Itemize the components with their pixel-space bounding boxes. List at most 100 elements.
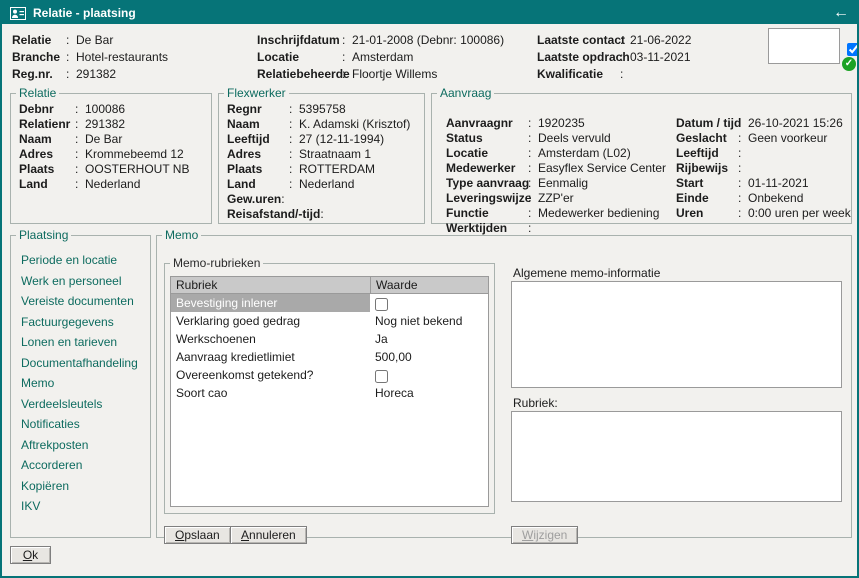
- info-row: Functie:Medewerker bediening: [438, 206, 666, 221]
- table-row[interactable]: Bevestiging inlener: [171, 294, 488, 312]
- info-label: Reisafstand/-tijd: [227, 207, 320, 222]
- header-column-3: Laatste contact:21-06-2022 Laatste opdra…: [537, 32, 691, 83]
- plaatsing-item-vereiste-documenten[interactable]: Vereiste documenten: [11, 291, 150, 312]
- info-label: Start: [676, 176, 738, 191]
- plaatsing-item-documentafhandeling[interactable]: Documentafhandeling: [11, 353, 150, 374]
- info-value: 03-11-2021: [630, 49, 691, 66]
- info-row: Aanvraagnr:1920235: [438, 116, 666, 131]
- info-value: K. Adamski (Krisztof): [299, 117, 410, 132]
- info-row: Status:Deels vervuld: [438, 131, 666, 146]
- info-row: Locatie:Amsterdam (L02): [438, 146, 666, 161]
- plaatsing-item-memo[interactable]: Memo: [11, 373, 150, 394]
- cancel-button[interactable]: Annuleren: [230, 526, 307, 544]
- info-row: Inschrijfdatum:21-01-2008 (Debnr: 100086…: [257, 32, 504, 49]
- status-ok-icon: ✓: [842, 57, 856, 71]
- plaatsing-item-accorderen[interactable]: Accorderen: [11, 455, 150, 476]
- info-value: 21-01-2008 (Debnr: 100086): [352, 32, 504, 49]
- info-label: Uren: [676, 206, 738, 221]
- relatie-groupbox: Relatie Debnr:100086 Relatienr:291382 Na…: [10, 86, 212, 224]
- info-label: Adres: [19, 147, 75, 162]
- plaatsing-legend: Plaatsing: [16, 228, 71, 242]
- info-label: Leeftijd: [676, 146, 738, 161]
- info-row: Leeftijd:: [668, 146, 851, 161]
- relation-summary-header: Relatie:De Bar Branche:Hotel-restaurants…: [2, 28, 857, 90]
- rubriek-textarea[interactable]: [511, 411, 842, 502]
- info-label: Naam: [227, 117, 289, 132]
- info-label: Plaats: [227, 162, 289, 177]
- info-value: 100086: [85, 102, 125, 117]
- aanvraag-legend: Aanvraag: [437, 86, 494, 100]
- info-label: Aanvraagnr: [446, 116, 528, 131]
- info-value: Amsterdam (L02): [538, 146, 631, 161]
- info-value: Medewerker bediening: [538, 206, 659, 221]
- algemene-memo-textarea[interactable]: [511, 281, 842, 388]
- info-value: Geen voorkeur: [748, 131, 827, 146]
- info-label: Adres: [227, 147, 289, 162]
- relatie-legend: Relatie: [16, 86, 59, 100]
- info-row: Medewerker:Easyflex Service Center: [438, 161, 666, 176]
- save-button[interactable]: Opslaan: [164, 526, 231, 544]
- info-value: 0:00 uren per week: [748, 206, 851, 221]
- back-arrow-icon[interactable]: ←: [833, 3, 849, 23]
- table-header-row: Rubriek Waarde: [171, 277, 488, 294]
- info-label: Debnr: [19, 102, 75, 117]
- table-row[interactable]: Aanvraag kredietlimiet 500,00: [171, 348, 488, 366]
- info-label: Functie: [446, 206, 528, 221]
- info-value: Floortje Willems: [352, 66, 437, 83]
- modify-button[interactable]: Wijzigen: [511, 526, 578, 544]
- plaatsing-item-verdeelsleutels[interactable]: Verdeelsleutels: [11, 394, 150, 415]
- info-label: Regnr: [227, 102, 289, 117]
- overeenkomst-getekend-checkbox[interactable]: [375, 370, 388, 383]
- table-row[interactable]: Soort cao Horeca: [171, 384, 488, 402]
- info-row: Naam:K. Adamski (Krisztof): [219, 117, 424, 132]
- info-row: Datum / tijd26-10-2021 15:26: [668, 116, 851, 131]
- ok-button[interactable]: Ok: [10, 546, 51, 564]
- info-value: 27 (12-11-1994): [299, 132, 384, 147]
- plaatsing-item-kopieren[interactable]: Kopiëren: [11, 476, 150, 497]
- info-label: Gew.uren: [227, 192, 281, 207]
- plaatsing-menu: Periode en locatie Werk en personeel Ver…: [11, 244, 150, 517]
- table-row[interactable]: Verklaring goed gedrag Nog niet bekend: [171, 312, 488, 330]
- plaatsing-item-aftrekposten[interactable]: Aftrekposten: [11, 435, 150, 456]
- info-value: 5395758: [299, 102, 346, 117]
- info-row: Branche:Hotel-restaurants: [12, 49, 168, 66]
- photo-placeholder: [768, 28, 840, 64]
- info-label: Relatie: [12, 32, 66, 49]
- info-row: Adres:Straatnaam 1: [219, 147, 424, 162]
- plaatsing-item-notificaties[interactable]: Notificaties: [11, 414, 150, 435]
- info-row: Type aanvraag:Eenmalig: [438, 176, 666, 191]
- info-row: Relatie:De Bar: [12, 32, 168, 49]
- table-row[interactable]: Overeenkomst getekend?: [171, 366, 488, 384]
- plaatsing-item-periode-en-locatie[interactable]: Periode en locatie: [11, 250, 150, 271]
- info-row: Leveringswijze:ZZP'er: [438, 191, 666, 206]
- plaatsing-item-factuurgegevens[interactable]: Factuurgegevens: [11, 312, 150, 333]
- header-checkbox[interactable]: [847, 43, 859, 56]
- memo-rubrieken-table: Rubriek Waarde Bevestiging inlener Verkl…: [170, 276, 489, 507]
- plaatsing-item-ikv[interactable]: IKV: [11, 496, 150, 517]
- info-row: Plaats:OOSTERHOUT NB: [11, 162, 211, 177]
- info-value: Straatnaam 1: [299, 147, 371, 162]
- info-label: Land: [19, 177, 75, 192]
- info-value: Hotel-restaurants: [76, 49, 168, 66]
- info-label: Status: [446, 131, 528, 146]
- info-row: Rijbewijs:: [668, 161, 851, 176]
- info-value: De Bar: [85, 132, 122, 147]
- info-label: Type aanvraag: [446, 176, 528, 191]
- info-label: Medewerker: [446, 161, 528, 176]
- plaatsing-item-werk-en-personeel[interactable]: Werk en personeel: [11, 271, 150, 292]
- bevestiging-inlener-checkbox[interactable]: [375, 298, 388, 311]
- flexwerker-legend: Flexwerker: [224, 86, 289, 100]
- info-label: Einde: [676, 191, 738, 206]
- aanvraag-right-column: Datum / tijd26-10-2021 15:26 Geslacht:Ge…: [668, 116, 851, 221]
- info-value: ZZP'er: [538, 191, 574, 206]
- relation-card-icon: [10, 7, 26, 20]
- plaatsing-item-lonen-en-tarieven[interactable]: Lonen en tarieven: [11, 332, 150, 353]
- table-row[interactable]: Werkschoenen Ja: [171, 330, 488, 348]
- info-row: Laatste contact:21-06-2022: [537, 32, 691, 49]
- info-row: Adres:Krommebeemd 12: [11, 147, 211, 162]
- info-label: Relatienr: [19, 117, 75, 132]
- info-value: 01-11-2021: [748, 176, 809, 191]
- info-row: Regnr:5395758: [219, 102, 424, 117]
- info-value: 291382: [85, 117, 125, 132]
- info-label: Leeftijd: [227, 132, 289, 147]
